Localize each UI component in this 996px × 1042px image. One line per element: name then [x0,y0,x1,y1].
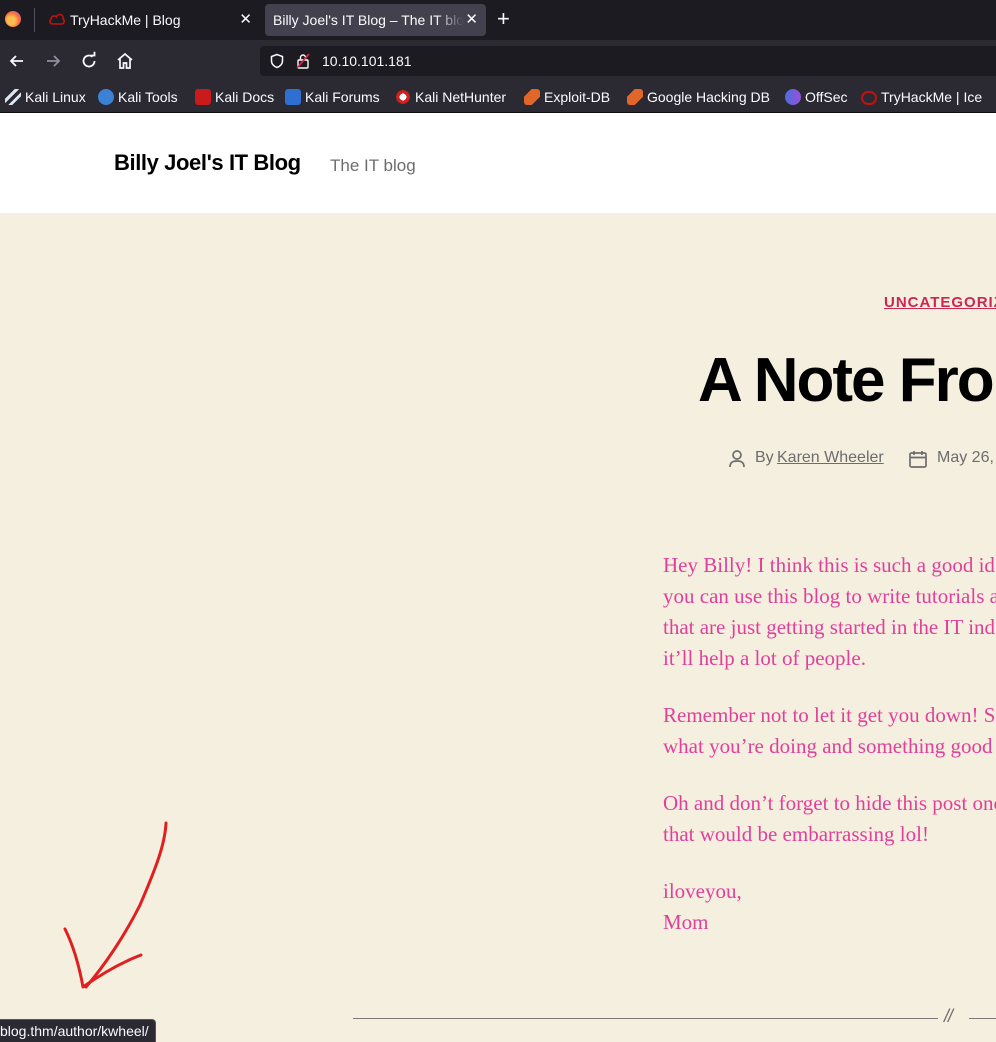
bookmark-label: Kali Tools [118,89,178,105]
bookmark-label: Kali Forums [305,89,380,105]
url-bar[interactable]: 10.10.101.181 [260,46,996,76]
back-arrow-icon[interactable] [7,51,27,71]
tab-separator [34,8,35,32]
separator-slashes: // [944,1006,953,1026]
insecure-lock-icon[interactable] [296,53,310,69]
paragraph: Hey Billy! I think this is such a good i… [663,550,996,674]
firefox-menu-icon[interactable] [5,11,21,27]
text-line: that would be embarrassing lol! [663,822,929,846]
tryhackme-cloud-icon [49,13,65,25]
kali-nethunter-icon [395,89,411,105]
offsec-icon [785,89,801,105]
post-separator-line [353,1018,938,1019]
exploit-db-icon [524,89,540,105]
text-line: Oh and don’t forget to hide this post on… [663,791,996,815]
bookmark-kali-linux[interactable]: Kali Linux [5,82,86,112]
text-line: Remember not to let it get you down! S [663,703,996,727]
text-line: Mom [663,910,709,934]
site-title[interactable]: Billy Joel's IT Blog [114,150,301,176]
text-line: it’ll help a lot of people. [663,646,866,670]
bookmark-label: Kali Linux [25,89,86,105]
bookmark-google-hacking-db[interactable]: Google Hacking DB [627,82,770,112]
close-tab-icon[interactable]: ✕ [465,4,478,36]
bookmark-kali-forums[interactable]: Kali Forums [285,82,380,112]
bookmark-label: Google Hacking DB [647,89,770,105]
close-tab-icon[interactable]: ✕ [239,4,252,36]
reload-icon[interactable] [79,51,99,71]
site-description: The IT blog [330,156,416,175]
bookmark-offsec[interactable]: OffSec [785,82,848,112]
kali-forums-icon [285,89,301,105]
bookmark-kali-tools[interactable]: Kali Tools [98,82,178,112]
bookmark-kali-nethunter[interactable]: Kali NetHunter [395,82,506,112]
tracking-protection-shield-icon[interactable] [269,53,285,69]
tab-title: Billy Joel's IT Blog – The IT blog [273,12,464,28]
bookmark-label: TryHackMe | Ice [881,89,983,105]
post-category-link[interactable]: UNCATEGORIZ [884,294,996,311]
bookmark-label: OffSec [805,89,848,105]
forward-arrow-icon[interactable] [43,51,63,71]
bookmark-label: Kali Docs [215,89,275,105]
paragraph: iloveyou, Mom [663,876,996,938]
kali-tools-icon [98,89,114,105]
bookmark-label: Kali NetHunter [415,89,507,105]
text-line: iloveyou, [663,879,742,903]
paragraph: Oh and don’t forget to hide this post on… [663,788,996,850]
url-text[interactable]: 10.10.101.181 [322,46,412,76]
tryhackme-icon [861,91,877,105]
kali-docs-icon [195,89,211,105]
post-content: Hey Billy! I think this is such a good i… [663,550,996,964]
text-line: that are just getting started in the IT … [663,615,996,639]
post-title: A Note Fro [698,346,995,415]
bookmark-kali-docs[interactable]: Kali Docs [195,82,274,112]
text-line: you can use this blog to write tutorials… [663,584,996,608]
author-link[interactable]: Karen Wheeler [777,449,884,467]
bookmark-exploit-db[interactable]: Exploit-DB [524,82,610,112]
paragraph: Remember not to let it get you down! S w… [663,700,996,762]
date-link[interactable]: May 26, [937,449,994,467]
post-separator-line [969,1018,996,1019]
tab-title: TryHackMe | Blog [70,12,181,28]
bookmarks-toolbar: Kali Linux Kali Tools Kali Docs Kali For… [0,82,996,113]
kali-dragon-icon [5,89,21,105]
link-status-bar: blog.thm/author/kwheel/ [0,1019,156,1042]
person-icon [729,450,745,468]
site-header: Billy Joel's IT Blog The IT blog [0,113,996,213]
by-label: By [755,449,774,466]
ghdb-icon [627,89,643,105]
home-icon[interactable] [115,51,135,71]
tab-tryhackme-blog[interactable]: TryHackMe | Blog ✕ [40,4,260,36]
bookmark-tryhackme-ice[interactable]: TryHackMe | Ice [861,82,982,112]
text-line: Hey Billy! I think this is such a good i… [663,553,995,577]
annotation-arrow-icon [63,821,168,989]
bookmark-label: Exploit-DB [544,89,611,105]
nav-bar: 10.10.101.181 [0,40,996,82]
new-tab-button[interactable]: + [497,6,510,32]
calendar-icon [909,451,927,468]
tab-strip: TryHackMe | Blog ✕ Billy Joel's IT Blog … [0,0,996,40]
text-line: what you’re doing and something good [663,734,993,758]
tab-billy-joel-blog[interactable]: Billy Joel's IT Blog – The IT blog ✕ [265,4,486,36]
